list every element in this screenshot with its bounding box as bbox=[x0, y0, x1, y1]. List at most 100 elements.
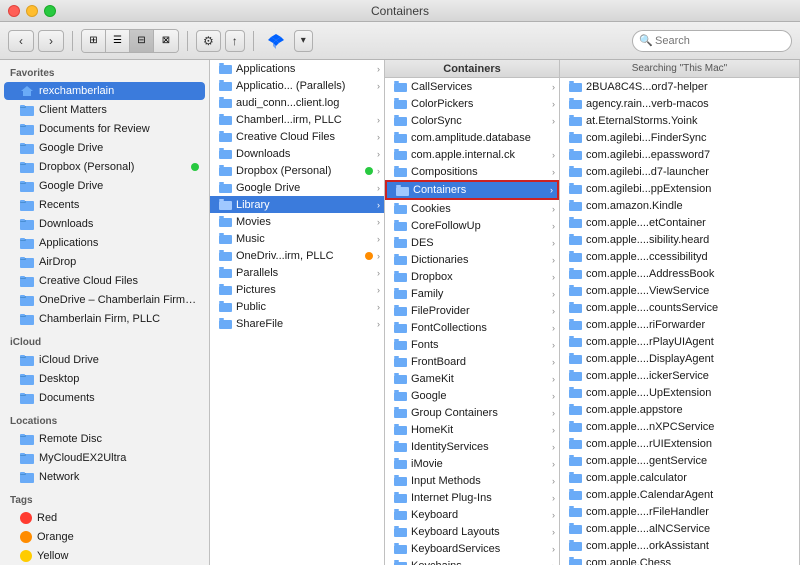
col2-item-23[interactable]: Input Methods› bbox=[385, 472, 559, 489]
minimize-button[interactable] bbox=[26, 5, 38, 17]
col3-item-19[interactable]: com.apple.appstore bbox=[560, 401, 799, 418]
col3-item-21[interactable]: com.apple....rUIExtension bbox=[560, 435, 799, 452]
col1-item-9[interactable]: Movies› bbox=[210, 213, 384, 230]
col3-item-27[interactable]: com.apple....orkAssistant bbox=[560, 537, 799, 554]
col2-item-19[interactable]: Group Containers› bbox=[385, 404, 559, 421]
col2-item-11[interactable]: Dropbox› bbox=[385, 268, 559, 285]
sidebar-item-2[interactable]: Network bbox=[4, 468, 205, 486]
col2-item-9[interactable]: DES› bbox=[385, 234, 559, 251]
col1-item-7[interactable]: Google Drive› bbox=[210, 179, 384, 196]
sidebar-item-11[interactable]: OneDrive – Chamberlain Firm, PLLC bbox=[4, 291, 205, 309]
sidebar-item-2[interactable]: Documents bbox=[4, 389, 205, 407]
col1-item-13[interactable]: Pictures› bbox=[210, 281, 384, 298]
col3-item-2[interactable]: at.EternalStorms.Yoink bbox=[560, 112, 799, 129]
col2-item-17[interactable]: GameKit› bbox=[385, 370, 559, 387]
sidebar-item-0[interactable]: iCloud Drive bbox=[4, 351, 205, 369]
forward-button[interactable]: › bbox=[38, 30, 64, 52]
col3-item-17[interactable]: com.apple....ickerService bbox=[560, 367, 799, 384]
col3-item-6[interactable]: com.agilebi...ppExtension bbox=[560, 180, 799, 197]
sidebar-item-9[interactable]: AirDrop bbox=[4, 253, 205, 271]
col2-item-27[interactable]: KeyboardServices› bbox=[385, 540, 559, 557]
col2-item-22[interactable]: iMovie› bbox=[385, 455, 559, 472]
col2-item-2[interactable]: ColorSync› bbox=[385, 112, 559, 129]
col3-item-28[interactable]: com.apple.Chess bbox=[560, 554, 799, 565]
col3-item-0[interactable]: 2BUA8C4S...ord7-helper bbox=[560, 78, 799, 95]
col1-item-3[interactable]: Chamberl...irm, PLLC› bbox=[210, 111, 384, 128]
sidebar-item-1[interactable]: MyCloudEX2Ultra bbox=[4, 449, 205, 467]
col3-item-24[interactable]: com.apple.CalendarAgent bbox=[560, 486, 799, 503]
col2-item-10[interactable]: Dictionaries› bbox=[385, 251, 559, 268]
col2-item-0[interactable]: CallServices› bbox=[385, 78, 559, 95]
close-button[interactable] bbox=[8, 5, 20, 17]
col2-item-26[interactable]: Keyboard Layouts› bbox=[385, 523, 559, 540]
sidebar-item-2[interactable]: Yellow bbox=[4, 547, 205, 565]
col3-item-10[interactable]: com.apple....ccessibilityd bbox=[560, 248, 799, 265]
col2-item-28[interactable]: Keychains› bbox=[385, 557, 559, 565]
share-button[interactable]: ↑ bbox=[225, 30, 245, 52]
col1-item-15[interactable]: ShareFile› bbox=[210, 315, 384, 332]
view-icon-button[interactable]: ⊞ bbox=[82, 30, 106, 52]
dropbox-button[interactable]: ▾ bbox=[294, 30, 313, 52]
col2-item-5[interactable]: Compositions› bbox=[385, 163, 559, 180]
col3-item-18[interactable]: com.apple....UpExtension bbox=[560, 384, 799, 401]
sidebar-item-3[interactable]: Google Drive bbox=[4, 139, 205, 157]
view-gallery-button[interactable]: ⊠ bbox=[154, 30, 178, 52]
col2-item-25[interactable]: Keyboard› bbox=[385, 506, 559, 523]
sidebar-item-7[interactable]: Downloads bbox=[4, 215, 205, 233]
col1-item-4[interactable]: Creative Cloud Files› bbox=[210, 128, 384, 145]
col2-item-6[interactable]: Containers› bbox=[385, 180, 559, 200]
col1-item-2[interactable]: audi_conn...client.log bbox=[210, 94, 384, 111]
col3-item-1[interactable]: agency.rain...verb-macos bbox=[560, 95, 799, 112]
col3-item-22[interactable]: com.apple....gentService bbox=[560, 452, 799, 469]
sidebar-item-1[interactable]: Client Matters bbox=[4, 101, 205, 119]
col3-item-20[interactable]: com.apple....nXPCService bbox=[560, 418, 799, 435]
col3-item-4[interactable]: com.agilebi...epassword7 bbox=[560, 146, 799, 163]
sidebar-item-10[interactable]: Creative Cloud Files bbox=[4, 272, 205, 290]
col2-item-4[interactable]: com.apple.internal.ck› bbox=[385, 146, 559, 163]
maximize-button[interactable] bbox=[44, 5, 56, 17]
col1-item-1[interactable]: Applicatio... (Parallels)› bbox=[210, 77, 384, 94]
col2-item-12[interactable]: Family› bbox=[385, 285, 559, 302]
col2-item-16[interactable]: FrontBoard› bbox=[385, 353, 559, 370]
col2-item-3[interactable]: com.amplitude.database bbox=[385, 129, 559, 146]
col1-item-5[interactable]: Downloads› bbox=[210, 145, 384, 162]
col1-item-0[interactable]: Applications› bbox=[210, 60, 384, 77]
col3-item-7[interactable]: com.amazon.Kindle bbox=[560, 197, 799, 214]
sidebar-item-0[interactable]: rexchamberlain bbox=[4, 82, 205, 100]
col1-item-10[interactable]: Music› bbox=[210, 230, 384, 247]
col3-item-9[interactable]: com.apple....sibility.heard bbox=[560, 231, 799, 248]
col1-item-6[interactable]: Dropbox (Personal)› bbox=[210, 162, 384, 179]
col3-item-8[interactable]: com.apple....etContainer bbox=[560, 214, 799, 231]
col2-item-8[interactable]: CoreFollowUp› bbox=[385, 217, 559, 234]
col3-item-16[interactable]: com.apple....DisplayAgent bbox=[560, 350, 799, 367]
back-button[interactable]: ‹ bbox=[8, 30, 34, 52]
col2-item-24[interactable]: Internet Plug-Ins› bbox=[385, 489, 559, 506]
col3-item-5[interactable]: com.agilebi...d7-launcher bbox=[560, 163, 799, 180]
col3-item-12[interactable]: com.apple....ViewService bbox=[560, 282, 799, 299]
col2-item-21[interactable]: IdentityServices› bbox=[385, 438, 559, 455]
col2-item-15[interactable]: Fonts› bbox=[385, 336, 559, 353]
action-button[interactable]: ⚙ bbox=[196, 30, 221, 52]
sidebar-item-1[interactable]: Desktop bbox=[4, 370, 205, 388]
col1-item-8[interactable]: Library› bbox=[210, 196, 384, 213]
sidebar-item-0[interactable]: Red bbox=[4, 509, 205, 527]
col3-item-3[interactable]: com.agilebi...FinderSync bbox=[560, 129, 799, 146]
col3-item-13[interactable]: com.apple....countsService bbox=[560, 299, 799, 316]
sidebar-item-5[interactable]: Google Drive bbox=[4, 177, 205, 195]
search-input[interactable] bbox=[632, 30, 792, 52]
view-column-button[interactable]: ⊟ bbox=[130, 30, 154, 52]
col1-item-12[interactable]: Parallels› bbox=[210, 264, 384, 281]
sidebar-item-2[interactable]: Documents for Review bbox=[4, 120, 205, 138]
col2-item-13[interactable]: FileProvider› bbox=[385, 302, 559, 319]
col3-item-26[interactable]: com.apple....alNCService bbox=[560, 520, 799, 537]
sidebar-item-12[interactable]: Chamberlain Firm, PLLC bbox=[4, 310, 205, 328]
col2-item-20[interactable]: HomeKit› bbox=[385, 421, 559, 438]
col3-item-23[interactable]: com.apple.calculator bbox=[560, 469, 799, 486]
col3-item-25[interactable]: com.apple....rFileHandler bbox=[560, 503, 799, 520]
col2-item-18[interactable]: Google› bbox=[385, 387, 559, 404]
col3-item-15[interactable]: com.apple....rPlayUIAgent bbox=[560, 333, 799, 350]
view-list-button[interactable]: ☰ bbox=[106, 30, 130, 52]
sidebar-item-1[interactable]: Orange bbox=[4, 528, 205, 546]
col3-item-14[interactable]: com.apple....riForwarder bbox=[560, 316, 799, 333]
sidebar-item-8[interactable]: Applications bbox=[4, 234, 205, 252]
